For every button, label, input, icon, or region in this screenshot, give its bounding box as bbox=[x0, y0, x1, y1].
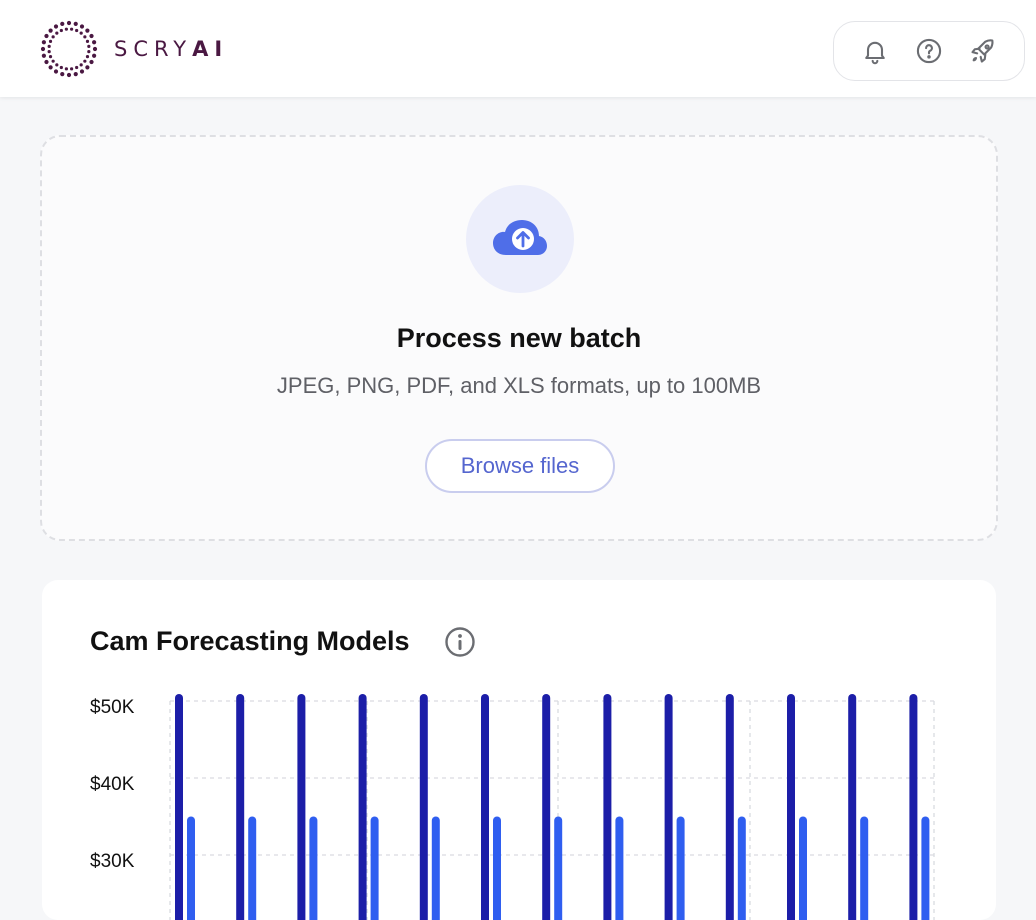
logo-dot bbox=[93, 47, 97, 51]
logo-dot bbox=[55, 63, 58, 66]
bar[interactable] bbox=[603, 694, 611, 920]
logo-dot bbox=[83, 60, 86, 63]
forecast-bar-chart: $50K $40K $30K bbox=[42, 580, 996, 920]
logo-dot bbox=[65, 28, 68, 31]
logo-dot bbox=[86, 55, 89, 58]
upload-icon-circle bbox=[466, 185, 574, 293]
logo-dot bbox=[70, 28, 73, 31]
upload-formats-hint: JPEG, PNG, PDF, and XLS formats, up to 1… bbox=[42, 373, 996, 399]
logo-dot bbox=[48, 50, 51, 53]
browse-files-button[interactable]: Browse files bbox=[425, 439, 615, 493]
bar[interactable] bbox=[432, 817, 440, 920]
logo-dot bbox=[60, 29, 63, 32]
logo-dot bbox=[55, 32, 58, 35]
brand-name: SCRYAI bbox=[114, 37, 228, 61]
logo-dot bbox=[41, 47, 45, 51]
bar[interactable] bbox=[309, 817, 317, 920]
bar[interactable] bbox=[921, 817, 929, 920]
logo-dot bbox=[60, 72, 64, 76]
bar[interactable] bbox=[236, 694, 244, 920]
logo-dot bbox=[92, 40, 96, 44]
upload-dropzone[interactable]: Process new batch JPEG, PNG, PDF, and XL… bbox=[40, 135, 998, 541]
rocket-icon[interactable] bbox=[967, 35, 999, 67]
logo-dot bbox=[85, 65, 89, 69]
logo-dot bbox=[65, 67, 68, 70]
logo-dot bbox=[52, 60, 55, 63]
bar[interactable] bbox=[787, 694, 795, 920]
logo-dot bbox=[74, 22, 78, 26]
logo-mark-icon bbox=[38, 18, 100, 80]
bar[interactable] bbox=[554, 817, 562, 920]
bar[interactable] bbox=[420, 694, 428, 920]
logo-dot bbox=[75, 29, 78, 32]
bar[interactable] bbox=[493, 817, 501, 920]
logo-dot bbox=[74, 72, 78, 76]
y-tick-label: $50K bbox=[90, 697, 135, 718]
logo-dot bbox=[49, 40, 52, 43]
bar[interactable] bbox=[799, 817, 807, 920]
logo-dot bbox=[44, 60, 48, 64]
bar[interactable] bbox=[175, 694, 183, 920]
help-circle-icon[interactable] bbox=[913, 35, 945, 67]
bar[interactable] bbox=[860, 817, 868, 920]
upload-title: Process new batch bbox=[42, 323, 996, 354]
logo-dot bbox=[54, 24, 58, 28]
bar[interactable] bbox=[542, 694, 550, 920]
top-header: SCRYAI bbox=[0, 0, 1036, 97]
bar[interactable] bbox=[481, 694, 489, 920]
logo-dot bbox=[67, 73, 71, 77]
logo-dot bbox=[80, 24, 84, 28]
bar[interactable] bbox=[738, 817, 746, 920]
logo-dot bbox=[86, 40, 89, 43]
logo-dot bbox=[60, 22, 64, 26]
logo-dot bbox=[54, 69, 58, 73]
logo-dot bbox=[67, 21, 71, 25]
y-tick-label: $30K bbox=[90, 851, 135, 872]
bell-icon[interactable] bbox=[859, 35, 891, 67]
bar[interactable] bbox=[665, 694, 673, 920]
logo-dot bbox=[89, 34, 93, 38]
bar[interactable] bbox=[848, 694, 856, 920]
logo-dot bbox=[75, 66, 78, 69]
y-tick-label: $40K bbox=[90, 774, 135, 795]
bar[interactable] bbox=[359, 694, 367, 920]
logo-dot bbox=[70, 67, 73, 70]
logo-dot bbox=[52, 35, 55, 38]
bar[interactable] bbox=[909, 694, 917, 920]
logo-dot bbox=[42, 54, 46, 58]
logo-dot bbox=[83, 35, 86, 38]
logo-dot bbox=[87, 50, 90, 53]
bar[interactable] bbox=[187, 817, 195, 920]
logo-dot bbox=[80, 32, 83, 35]
logo-dot bbox=[60, 66, 63, 69]
logo-dot bbox=[89, 60, 93, 64]
brand-logo[interactable]: SCRYAI bbox=[38, 18, 228, 80]
logo-dot bbox=[44, 34, 48, 38]
logo-dot bbox=[49, 55, 52, 58]
bar[interactable] bbox=[726, 694, 734, 920]
logo-dot bbox=[80, 69, 84, 73]
bar[interactable] bbox=[677, 817, 685, 920]
logo-dot bbox=[85, 29, 89, 33]
logo-dot bbox=[49, 65, 53, 69]
logo-dot bbox=[92, 54, 96, 58]
logo-dot bbox=[87, 45, 90, 48]
bar[interactable] bbox=[248, 817, 256, 920]
bar[interactable] bbox=[371, 817, 379, 920]
cloud-upload-icon bbox=[492, 219, 548, 259]
header-actions bbox=[833, 21, 1025, 81]
bar[interactable] bbox=[615, 817, 623, 920]
bar[interactable] bbox=[297, 694, 305, 920]
logo-dot bbox=[49, 29, 53, 33]
brand-name-prefix: SCRY bbox=[114, 37, 192, 61]
logo-dot bbox=[80, 63, 83, 66]
brand-name-suffix: AI bbox=[192, 37, 228, 61]
forecast-chart-card: Cam Forecasting Models $50K$40K$30K bbox=[42, 580, 996, 920]
logo-dot bbox=[48, 45, 51, 48]
logo-dot bbox=[42, 40, 46, 44]
